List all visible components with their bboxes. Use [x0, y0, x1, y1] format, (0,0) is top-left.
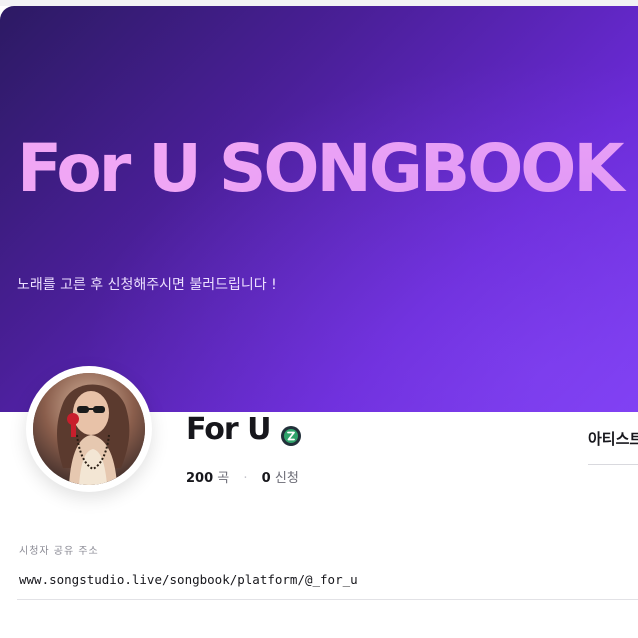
artist-tab-link[interactable]: 아티스트	[588, 428, 638, 449]
verified-badge-icon	[281, 426, 301, 446]
requests-unit: 신청	[274, 471, 299, 486]
songbook-page: For U SONGBOOK 노래를 고른 후 신청해주시면 불러드립니다 !	[0, 0, 638, 638]
profile-banner: For U SONGBOOK 노래를 고른 후 신청해주시면 불러드립니다 !	[0, 6, 638, 412]
artist-tab-divider	[588, 464, 638, 465]
avatar-portrait-icon	[33, 373, 145, 485]
avatar-photo	[33, 373, 145, 485]
stats-separator: ·	[243, 471, 248, 486]
profile-stats: 200 곡 · 0 신청	[186, 467, 299, 486]
artist-name: For U	[186, 412, 271, 447]
share-address-label: 시청자 공유 주소	[19, 546, 99, 557]
songs-count: 200	[186, 471, 214, 486]
share-divider	[17, 599, 638, 600]
requests-count: 0	[261, 471, 271, 486]
share-address-url[interactable]: www.songstudio.live/songbook/platform/@_…	[19, 572, 358, 587]
avatar[interactable]	[26, 366, 152, 492]
songs-unit: 곡	[217, 471, 230, 486]
banner-subtitle: 노래를 고른 후 신청해주시면 불러드립니다 !	[17, 277, 277, 293]
banner-title: For U SONGBOOK	[17, 130, 625, 207]
